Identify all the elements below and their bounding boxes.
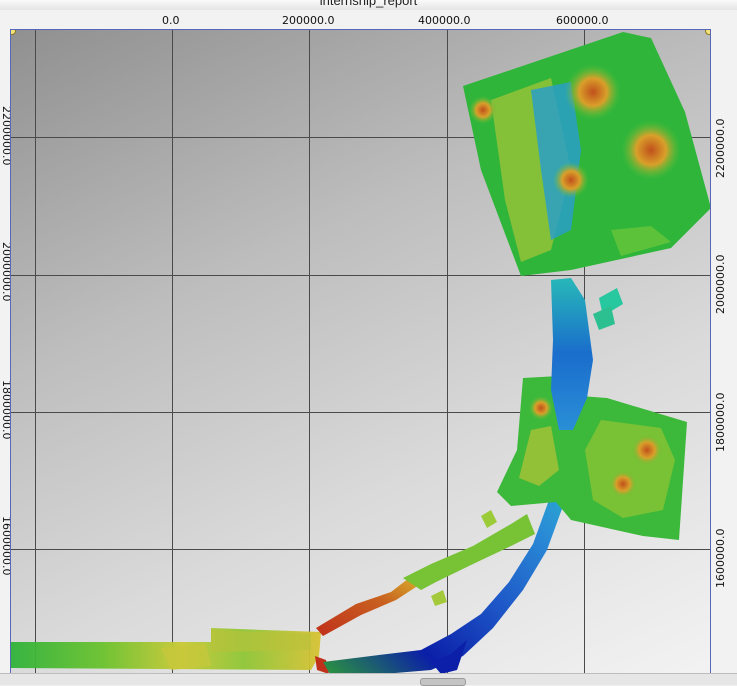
map-view[interactable]: 0.0 200000.0 400000.0 600000.0 2200000.0… [0, 10, 737, 684]
window-title: internship_report [319, 0, 418, 8]
bathymetry-layer [11, 32, 710, 676]
y-tick-label-right: 2200000.0 [714, 118, 727, 179]
x-tick-label: 400000.0 [418, 14, 471, 27]
y-tick-label-right: 2000000.0 [714, 254, 727, 315]
x-tick-label: 0.0 [162, 14, 180, 27]
selection-handle[interactable] [705, 30, 710, 35]
x-tick-label: 200000.0 [282, 14, 335, 27]
scrollbar-thumb[interactable] [420, 678, 466, 686]
y-tick-label-right: 1800000.0 [714, 392, 727, 453]
map-canvas[interactable] [10, 29, 711, 681]
y-tick-label-right: 1600000.0 [714, 528, 727, 589]
x-tick-label: 600000.0 [556, 14, 609, 27]
horizontal-scrollbar[interactable] [0, 673, 737, 686]
